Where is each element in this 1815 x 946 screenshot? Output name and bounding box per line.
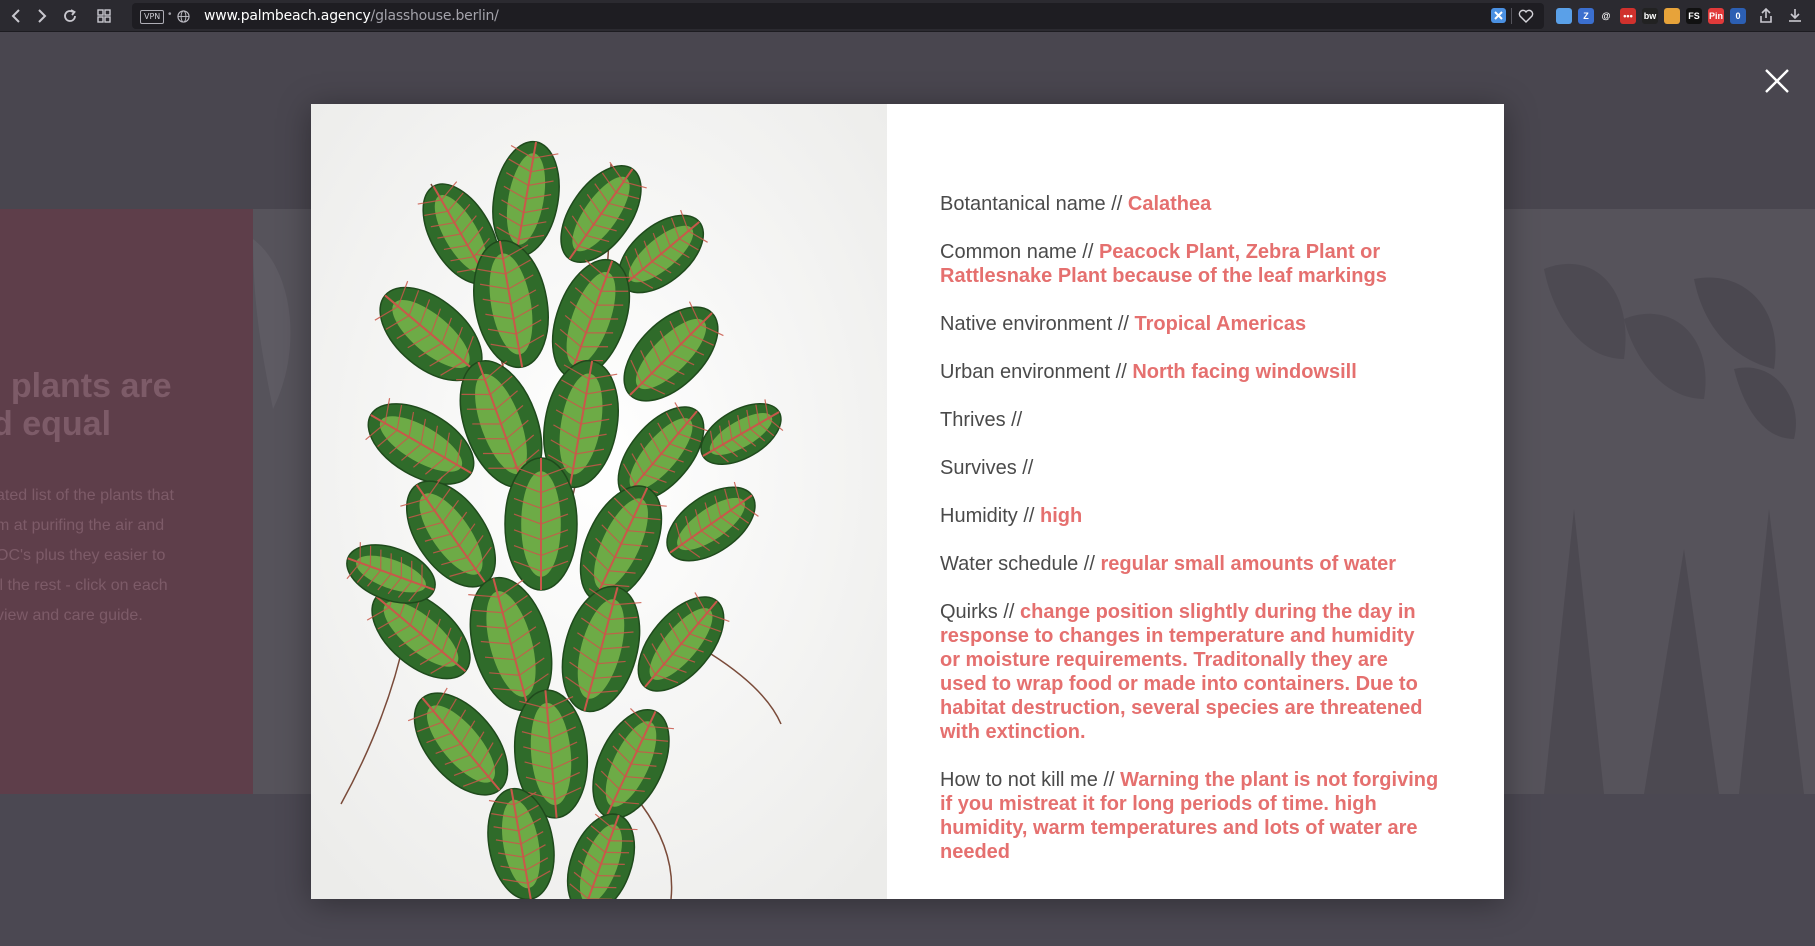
info-value: Tropical Americas (1134, 313, 1307, 335)
download-icon[interactable] (1786, 7, 1804, 25)
info-label: Native environment // (940, 313, 1135, 335)
info-row: Thrives // (940, 408, 1440, 432)
vpn-badge[interactable]: VPN (140, 10, 165, 24)
info-row: Urban environment // North facing window… (940, 360, 1440, 384)
pinterest-icon[interactable]: Pin (1708, 8, 1724, 24)
info-label: Quirks // (940, 601, 1021, 623)
share-icon[interactable] (1757, 7, 1775, 25)
address-bar[interactable]: VPN • www.palmbeach.agency/glasshouse.be… (132, 3, 1544, 29)
info-value: high (1040, 505, 1083, 527)
plant-photo (311, 104, 887, 899)
info-row: Water schedule // regular small amounts … (940, 552, 1440, 576)
url-domain: www.palmbeach.agency (204, 8, 371, 24)
chevron-right-icon (38, 9, 47, 23)
reload-icon (64, 9, 76, 22)
forward-button[interactable] (30, 4, 54, 28)
bw-icon[interactable]: bw (1642, 8, 1658, 24)
info-label: Urban environment // (940, 361, 1133, 383)
hero-pink-panel: l plants are d equal ated list of the pl… (0, 209, 253, 794)
hero-paragraph: ated list of the plants that m at purifi… (0, 487, 174, 624)
info-label: Botantanical name // (940, 193, 1128, 215)
info-label: Humidity // (940, 505, 1041, 527)
globe-icon (177, 10, 190, 23)
info-value: regular small amounts of water (1100, 553, 1397, 575)
bg-plants-right-image (1544, 263, 1804, 794)
back-button[interactable] (4, 4, 28, 28)
info-row: Humidity // high (940, 504, 1440, 528)
info-label: Survives // (940, 457, 1034, 479)
tabs-grid-button[interactable] (92, 4, 116, 28)
heart-icon[interactable] (1518, 9, 1534, 23)
reload-button[interactable] (58, 4, 82, 28)
at-icon[interactable]: @ (1598, 8, 1614, 24)
hero-heading: l plants are d equal (0, 367, 172, 443)
chevron-left-icon (11, 9, 20, 23)
info-label: Water schedule // (940, 553, 1101, 575)
url-text[interactable]: www.palmbeach.agency/glasshouse.berlin/ (204, 8, 499, 24)
info-row: Survives // (940, 456, 1440, 480)
calathea-plant-image (311, 104, 887, 899)
url-path: /glasshouse.berlin/ (370, 8, 499, 24)
browser-toolbar: VPN • www.palmbeach.agency/glasshouse.be… (0, 0, 1815, 32)
info-row: Native environment // Tropical Americas (940, 312, 1440, 336)
info-label: Thrives // (940, 409, 1023, 431)
bg-leaf-left-image (253, 239, 291, 409)
close-modal-button[interactable] (1762, 66, 1792, 96)
plant-info: Botantanical name // Calathea Common name… (940, 192, 1440, 888)
info-row: Quirks // change position slightly durin… (940, 600, 1440, 744)
info-label: Common name // (940, 241, 1099, 263)
divider (1511, 8, 1512, 24)
bookmark-x-icon[interactable] (1491, 8, 1506, 23)
fs-icon[interactable]: FS (1686, 8, 1702, 24)
plant-detail-modal: Botantanical name // Calathea Common name… (311, 104, 1504, 899)
close-icon (1765, 69, 1789, 93)
cookie-icon[interactable] (1664, 8, 1680, 24)
counter-icon[interactable]: 0 (1730, 8, 1746, 24)
info-row: Botantanical name // Calathea (940, 192, 1440, 216)
info-row: Common name // Peacock Plant, Zebra Plan… (940, 240, 1440, 288)
zotero-icon[interactable]: Z (1578, 8, 1594, 24)
photos-icon[interactable] (1556, 8, 1572, 24)
dot-icon: • (168, 9, 172, 20)
grid-icon (97, 9, 111, 23)
info-value: Calathea (1127, 193, 1212, 215)
lastpass-icon[interactable]: ••• (1620, 8, 1636, 24)
info-label: How to not kill me // (940, 769, 1121, 791)
info-row: How to not kill me // Warning the plant … (940, 768, 1440, 864)
info-value: North facing windowsill (1132, 361, 1357, 383)
